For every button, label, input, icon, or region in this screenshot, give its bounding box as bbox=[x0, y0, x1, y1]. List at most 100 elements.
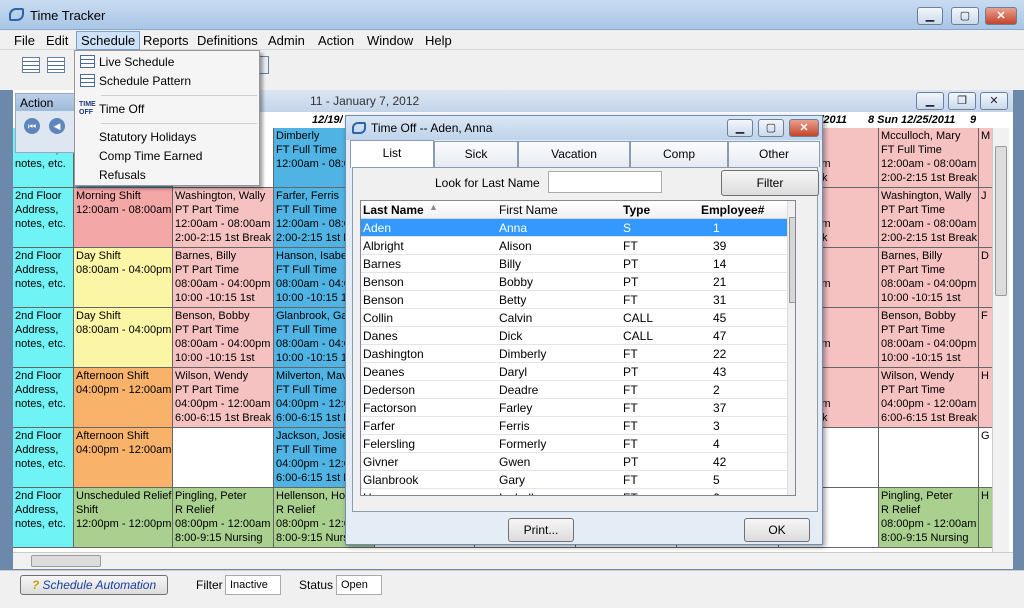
assignment-cell[interactable]: Mcculloch, Mary FT Full Time 12:00am - 08:… bbox=[879, 128, 979, 188]
dialog-maximize-button[interactable]: ▢ bbox=[758, 119, 784, 137]
menu-item-time-off[interactable]: Time Off bbox=[99, 102, 144, 116]
table-row[interactable]: Farfer Ferris FT 3 bbox=[361, 417, 787, 435]
assignment-cell[interactable] bbox=[173, 428, 274, 488]
table-row[interactable]: Glanbrook Gary FT 5 bbox=[361, 471, 787, 489]
vertical-scrollbar[interactable] bbox=[992, 128, 1009, 552]
menu-schedule[interactable]: Schedule bbox=[76, 31, 141, 50]
shift-cell[interactable]: Day Shift 08:00am - 04:00pm bbox=[74, 248, 173, 308]
shift-cell[interactable]: Unscheduled Relief Shift 12:00pm - 12:00pm bbox=[74, 488, 173, 548]
location-cell[interactable]: 2nd Floor Address, notes, etc. bbox=[13, 428, 74, 488]
assignment-cell[interactable]: M bbox=[979, 128, 993, 188]
close-button[interactable]: ✕ bbox=[985, 7, 1017, 25]
tab-vacation[interactable]: Vacation bbox=[518, 141, 630, 167]
shift-cell[interactable]: Morning Shift 12:00am - 08:00am bbox=[74, 188, 173, 248]
assignment-cell[interactable]: F bbox=[979, 308, 993, 368]
table-row[interactable]: Benson Bobby PT 21 bbox=[361, 273, 787, 291]
assignment-cell[interactable]: Benson, Bobby PT Part Time 08:00am - 04:00… bbox=[173, 308, 274, 368]
menu-edit[interactable]: Edit bbox=[46, 33, 68, 48]
last-name-search-input[interactable] bbox=[548, 171, 662, 193]
assignment-cell[interactable] bbox=[879, 428, 979, 488]
menu-action[interactable]: Action bbox=[318, 33, 354, 48]
assignment-cell[interactable]: G bbox=[979, 428, 993, 488]
tab-sick[interactable]: Sick bbox=[434, 141, 518, 167]
tab-other[interactable]: Other bbox=[728, 141, 820, 167]
menu-admin[interactable]: Admin bbox=[268, 33, 305, 48]
ok-button[interactable]: OK bbox=[744, 518, 810, 542]
table-row[interactable]: Dederson Deadre FT 2 bbox=[361, 381, 787, 399]
table-row[interactable]: Dashington Dimberly FT 22 bbox=[361, 345, 787, 363]
assignment-cell[interactable]: Washington, Wally PT Part Time 12:00am - 0… bbox=[173, 188, 274, 248]
live-schedule-tool-icon[interactable] bbox=[22, 57, 40, 73]
table-row[interactable]: Aden Anna S 1 bbox=[361, 219, 787, 237]
assignment-cell[interactable]: J bbox=[979, 188, 993, 248]
table-row[interactable]: Albright Alison FT 39 bbox=[361, 237, 787, 255]
tab-comp[interactable]: Comp bbox=[630, 141, 728, 167]
table-row[interactable]: Givner Gwen PT 42 bbox=[361, 453, 787, 471]
maximize-button[interactable]: ▢ bbox=[951, 7, 979, 25]
table-row[interactable]: Danes Dick CALL 47 bbox=[361, 327, 787, 345]
menu-help[interactable]: Help bbox=[425, 33, 452, 48]
schedule-minimize-button[interactable]: ▁ bbox=[916, 92, 944, 110]
menu-file[interactable]: File bbox=[14, 33, 35, 48]
menu-item-live-schedule[interactable]: Live Schedule bbox=[99, 55, 174, 69]
assignment-cell-line: 10:00 -10:15 1st bbox=[881, 292, 961, 304]
table-row[interactable]: Collin Calvin CALL 45 bbox=[361, 309, 787, 327]
shift-cell[interactable]: Afternoon Shift 04:00pm - 12:00am bbox=[74, 368, 173, 428]
assignment-cell[interactable]: Wilson, Wendy PT Part Time 04:00pm - 12:00… bbox=[173, 368, 274, 428]
assignment-cell[interactable]: Pingling, Peter R Relief 08:00pm - 12:00am… bbox=[173, 488, 274, 548]
menu-item-statutory-holidays[interactable]: Statutory Holidays bbox=[99, 130, 196, 144]
location-cell[interactable]: 2nd Floor Address, notes, etc. bbox=[13, 488, 74, 548]
vertical-scroll-thumb[interactable] bbox=[995, 146, 1007, 296]
horizontal-scroll-thumb[interactable] bbox=[31, 555, 101, 567]
table-row[interactable]: Hanson Isabelle FT 6 bbox=[361, 489, 787, 495]
dialog-minimize-button[interactable]: ▁ bbox=[727, 119, 753, 137]
list-vertical-scrollbar[interactable] bbox=[787, 201, 795, 495]
col-employee-number[interactable]: Employee# bbox=[701, 203, 764, 217]
assignment-cell[interactable]: Washington, Wally PT Part Time 12:00am - 0… bbox=[879, 188, 979, 248]
table-row[interactable]: Deanes Daryl PT 43 bbox=[361, 363, 787, 381]
tab-list[interactable]: List bbox=[350, 140, 434, 168]
minimize-button[interactable]: ▁ bbox=[917, 7, 943, 25]
print-button[interactable]: Print... bbox=[508, 518, 574, 542]
filter-button[interactable]: Filter bbox=[721, 170, 819, 196]
location-cell[interactable]: 2nd Floor Address, notes, etc. bbox=[13, 188, 74, 248]
assignment-cell[interactable]: Barnes, Billy PT Part Time 08:00am - 04:00… bbox=[173, 248, 274, 308]
cell-first-name: Billy bbox=[499, 257, 522, 271]
schedule-close-button[interactable]: ✕ bbox=[980, 92, 1008, 110]
menu-definitions[interactable]: Definitions bbox=[197, 33, 258, 48]
location-cell[interactable]: 2nd Floor Address, notes, etc. bbox=[13, 368, 74, 428]
list-scroll-thumb[interactable] bbox=[789, 217, 795, 303]
table-row[interactable]: Felersling Formerly FT 4 bbox=[361, 435, 787, 453]
col-last-name[interactable]: Last Name bbox=[363, 203, 424, 217]
location-cell[interactable]: 2nd Floor Address, notes, etc. bbox=[13, 308, 74, 368]
schedule-pattern-tool-icon[interactable] bbox=[47, 57, 65, 73]
previous-record-icon[interactable]: ◀ bbox=[49, 118, 65, 134]
assignment-cell[interactable]: Wilson, Wendy PT Part Time 04:00pm - 12:00… bbox=[879, 368, 979, 428]
menu-reports[interactable]: Reports bbox=[143, 33, 189, 48]
menu-window[interactable]: Window bbox=[367, 33, 413, 48]
horizontal-scrollbar[interactable] bbox=[13, 552, 1013, 569]
location-cell[interactable]: 2nd Floor Address, notes, etc. bbox=[13, 248, 74, 308]
search-label: Look for Last Name bbox=[435, 176, 540, 190]
shift-cell[interactable]: Afternoon Shift 04:00pm - 12:00am bbox=[74, 428, 173, 488]
assignment-cell[interactable]: Pingling, Peter R Relief 08:00pm - 12:00am… bbox=[879, 488, 979, 548]
col-type[interactable]: Type bbox=[623, 203, 650, 217]
menu-item-comp-time-earned[interactable]: Comp Time Earned bbox=[99, 149, 202, 163]
dialog-close-button[interactable]: ✕ bbox=[789, 119, 819, 137]
table-row[interactable]: Factorson Farley FT 37 bbox=[361, 399, 787, 417]
schedule-automation-button[interactable]: ? Schedule Automation bbox=[20, 575, 168, 595]
shift-cell[interactable]: Day Shift 08:00am - 04:00pm bbox=[74, 308, 173, 368]
assignment-cell[interactable]: H bbox=[979, 368, 993, 428]
table-row[interactable]: Benson Betty FT 31 bbox=[361, 291, 787, 309]
col-first-name[interactable]: First Name bbox=[499, 203, 558, 217]
assignment-cell[interactable]: Benson, Bobby PT Part Time 08:00am - 04:00… bbox=[879, 308, 979, 368]
assignment-cell[interactable]: H bbox=[979, 488, 993, 548]
menu-item-refusals[interactable]: Refusals bbox=[99, 168, 146, 182]
menu-item-schedule-pattern[interactable]: Schedule Pattern bbox=[99, 74, 191, 88]
first-record-icon[interactable]: ⏮ bbox=[24, 118, 40, 134]
assignment-cell-line: 08:00am - 04:00pm bbox=[175, 338, 271, 350]
schedule-restore-button[interactable]: ❐ bbox=[948, 92, 976, 110]
assignment-cell[interactable]: Barnes, Billy PT Part Time 08:00am - 04:00… bbox=[879, 248, 979, 308]
table-row[interactable]: Barnes Billy PT 14 bbox=[361, 255, 787, 273]
assignment-cell[interactable]: D bbox=[979, 248, 993, 308]
